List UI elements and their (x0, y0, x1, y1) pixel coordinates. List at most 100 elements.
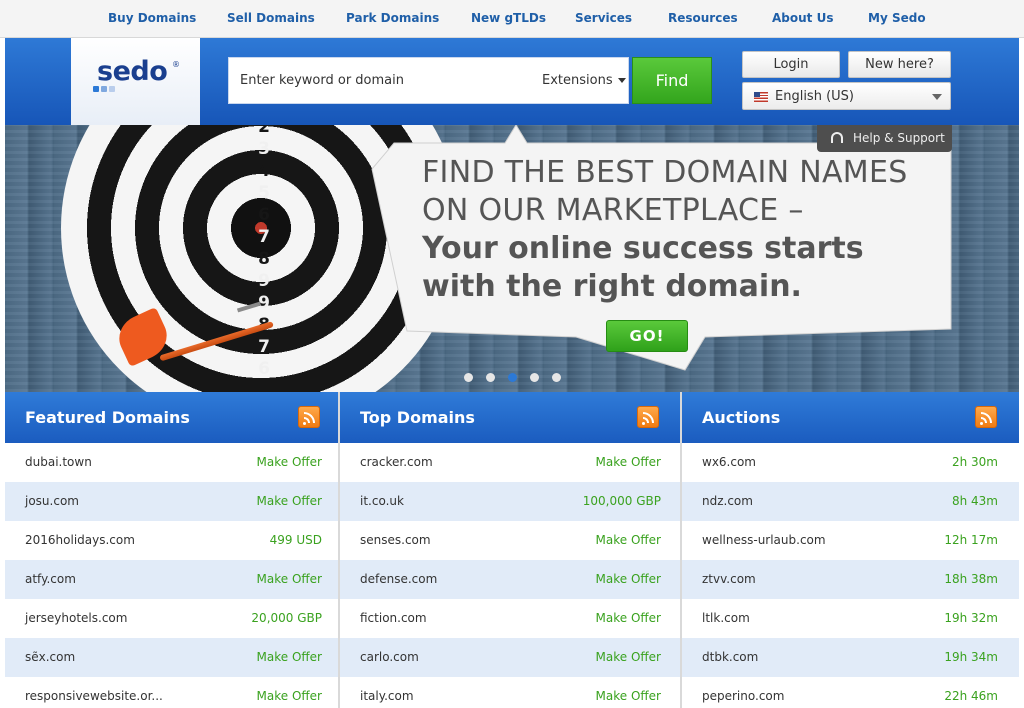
domain-link[interactable]: defense.com (360, 572, 437, 586)
domain-price: 499 USD (269, 533, 322, 547)
domain-link[interactable]: dubai.town (25, 455, 92, 469)
domain-link[interactable]: ztvv.com (702, 572, 756, 586)
help-support-tab[interactable]: Help & Support (817, 125, 952, 152)
domain-price: Make Offer (256, 572, 322, 586)
table-row[interactable]: ltlk.com 19h 32m (682, 599, 1019, 638)
domain-link[interactable]: wellness-urlaub.com (702, 533, 826, 547)
carousel-indicators (464, 373, 564, 383)
language-select[interactable]: English (US) (742, 82, 951, 110)
logo-wordmark: sedo (97, 56, 168, 87)
logo-dots-icon (93, 86, 123, 94)
extensions-dropdown[interactable]: Extensions (542, 73, 626, 88)
domain-price: Make Offer (256, 650, 322, 664)
table-row[interactable]: ndz.com 8h 43m (682, 482, 1019, 521)
table-row[interactable]: fiction.com Make Offer (340, 599, 680, 638)
table-row[interactable]: 2016holidays.com 499 USD (5, 521, 338, 560)
hero-headline-line2: ON OUR MARKETPLACE – (422, 193, 804, 228)
domain-link[interactable]: jerseyhotels.com (25, 611, 127, 625)
table-row[interactable]: sẽx.com Make Offer (5, 638, 338, 677)
domain-link[interactable]: carlo.com (360, 650, 419, 664)
top-domains-title: Top Domains (360, 408, 475, 427)
top-navigation: Buy Domains Sell Domains Park Domains Ne… (0, 0, 1024, 38)
extensions-label: Extensions (542, 73, 613, 88)
domain-link[interactable]: sẽx.com (25, 650, 75, 664)
carousel-dot[interactable] (464, 373, 473, 382)
login-button[interactable]: Login (742, 51, 840, 78)
table-row[interactable]: it.co.uk 100,000 GBP (340, 482, 680, 521)
new-here-button[interactable]: New here? (848, 51, 951, 78)
chevron-down-icon (932, 94, 942, 100)
domain-link[interactable]: italy.com (360, 689, 414, 703)
nav-park-domains[interactable]: Park Domains (346, 11, 439, 25)
table-row[interactable]: atfy.com Make Offer (5, 560, 338, 599)
domain-link[interactable]: ndz.com (702, 494, 753, 508)
domain-price: 20,000 GBP (251, 611, 322, 625)
domain-search-box: Extensions (228, 57, 629, 104)
carousel-dot[interactable] (508, 373, 517, 382)
table-row[interactable]: senses.com Make Offer (340, 521, 680, 560)
search-input[interactable] (229, 58, 525, 103)
carousel-dot[interactable] (486, 373, 495, 382)
auctions-header: Auctions (682, 392, 1019, 443)
domain-link[interactable]: 2016holidays.com (25, 533, 135, 547)
carousel-dot[interactable] (552, 373, 561, 382)
nav-buy-domains[interactable]: Buy Domains (108, 11, 196, 25)
table-row[interactable]: ztvv.com 18h 38m (682, 560, 1019, 599)
table-row[interactable]: dubai.town Make Offer (5, 443, 338, 482)
domain-link[interactable]: wx6.com (702, 455, 756, 469)
table-row[interactable]: wellness-urlaub.com 12h 17m (682, 521, 1019, 560)
nav-resources[interactable]: Resources (668, 11, 738, 25)
domain-price: 100,000 GBP (582, 494, 661, 508)
help-support-label: Help & Support (853, 131, 945, 145)
domain-link[interactable]: ltlk.com (702, 611, 750, 625)
auctions-title: Auctions (702, 408, 781, 427)
domain-price: Make Offer (595, 572, 661, 586)
table-row[interactable]: defense.com Make Offer (340, 560, 680, 599)
find-button[interactable]: Find (632, 57, 712, 104)
rss-icon[interactable] (298, 406, 320, 428)
domain-link[interactable]: josu.com (25, 494, 79, 508)
site-header: sedo ® Extensions Find Login New here? E… (5, 38, 1019, 125)
nav-my-sedo[interactable]: My Sedo (868, 11, 926, 25)
table-row[interactable]: cracker.com Make Offer (340, 443, 680, 482)
domain-link[interactable]: atfy.com (25, 572, 76, 586)
nav-services[interactable]: Services (575, 11, 632, 25)
time-remaining: 8h 43m (951, 494, 998, 508)
domain-link[interactable]: dtbk.com (702, 650, 758, 664)
table-row[interactable]: dtbk.com 19h 34m (682, 638, 1019, 677)
hero-banner: 234567899876 Help & Support FIND THE BES… (5, 125, 1019, 392)
domain-price: Make Offer (595, 689, 661, 703)
hero-tagline-line1: Your online success starts (422, 231, 864, 266)
time-remaining: 22h 46m (944, 689, 998, 703)
domain-link[interactable]: responsivewebsite.or... (25, 689, 163, 703)
nav-new-gtlds[interactable]: New gTLDs (471, 11, 546, 25)
nav-about-us[interactable]: About Us (772, 11, 833, 25)
time-remaining: 18h 38m (944, 572, 998, 586)
table-row[interactable]: wx6.com 2h 30m (682, 443, 1019, 482)
nav-sell-domains[interactable]: Sell Domains (227, 11, 315, 25)
domain-link[interactable]: fiction.com (360, 611, 427, 625)
sedo-logo[interactable]: sedo ® (71, 38, 200, 125)
rss-icon[interactable] (637, 406, 659, 428)
table-row[interactable]: responsivewebsite.or... Make Offer (5, 677, 338, 708)
table-row[interactable]: peperino.com 22h 46m (682, 677, 1019, 708)
table-row[interactable]: josu.com Make Offer (5, 482, 338, 521)
go-button[interactable]: GO! (606, 320, 688, 352)
table-row[interactable]: carlo.com Make Offer (340, 638, 680, 677)
domain-link[interactable]: it.co.uk (360, 494, 404, 508)
domain-link[interactable]: senses.com (360, 533, 431, 547)
featured-domains-panel: Featured Domains dubai.town Make Offer jos… (5, 392, 338, 708)
logo-registered-mark: ® (172, 60, 180, 69)
table-row[interactable]: jerseyhotels.com 20,000 GBP (5, 599, 338, 638)
time-remaining: 2h 30m (951, 455, 998, 469)
featured-domains-header: Featured Domains (5, 392, 338, 443)
language-label: English (US) (775, 89, 854, 104)
domain-link[interactable]: cracker.com (360, 455, 433, 469)
carousel-dot[interactable] (530, 373, 539, 382)
table-row[interactable]: italy.com Make Offer (340, 677, 680, 708)
time-remaining: 19h 34m (944, 650, 998, 664)
domain-link[interactable]: peperino.com (702, 689, 784, 703)
domain-price: Make Offer (595, 533, 661, 547)
headset-icon (831, 132, 843, 143)
rss-icon[interactable] (975, 406, 997, 428)
